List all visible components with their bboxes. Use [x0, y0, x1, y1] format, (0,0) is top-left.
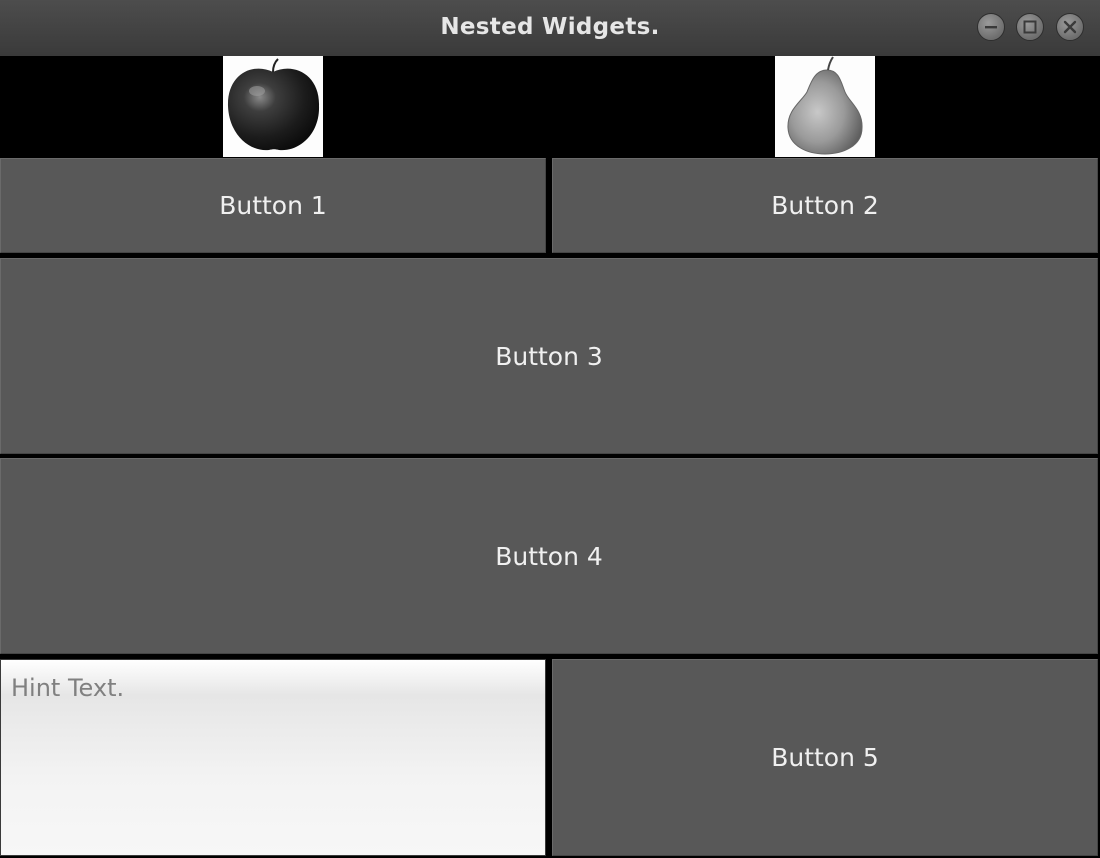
minimize-icon[interactable] — [977, 13, 1005, 41]
button-1[interactable]: Button 1 — [0, 158, 546, 253]
apple-image — [223, 56, 323, 157]
hint-text-input[interactable] — [0, 659, 546, 856]
pear-image — [775, 56, 875, 157]
window-title: Nested Widgets. — [440, 14, 660, 40]
button-3[interactable]: Button 3 — [0, 258, 1098, 454]
button-5[interactable]: Button 5 — [552, 659, 1098, 856]
image-strip — [0, 56, 1100, 157]
close-icon[interactable] — [1056, 13, 1084, 41]
title-bar[interactable]: Nested Widgets. — [0, 0, 1100, 57]
button-2[interactable]: Button 2 — [552, 158, 1098, 253]
maximize-icon[interactable] — [1016, 13, 1044, 41]
button-4[interactable]: Button 4 — [0, 458, 1098, 654]
app-window: Nested Widgets. Button 1 Button 2 Button… — [0, 0, 1100, 858]
